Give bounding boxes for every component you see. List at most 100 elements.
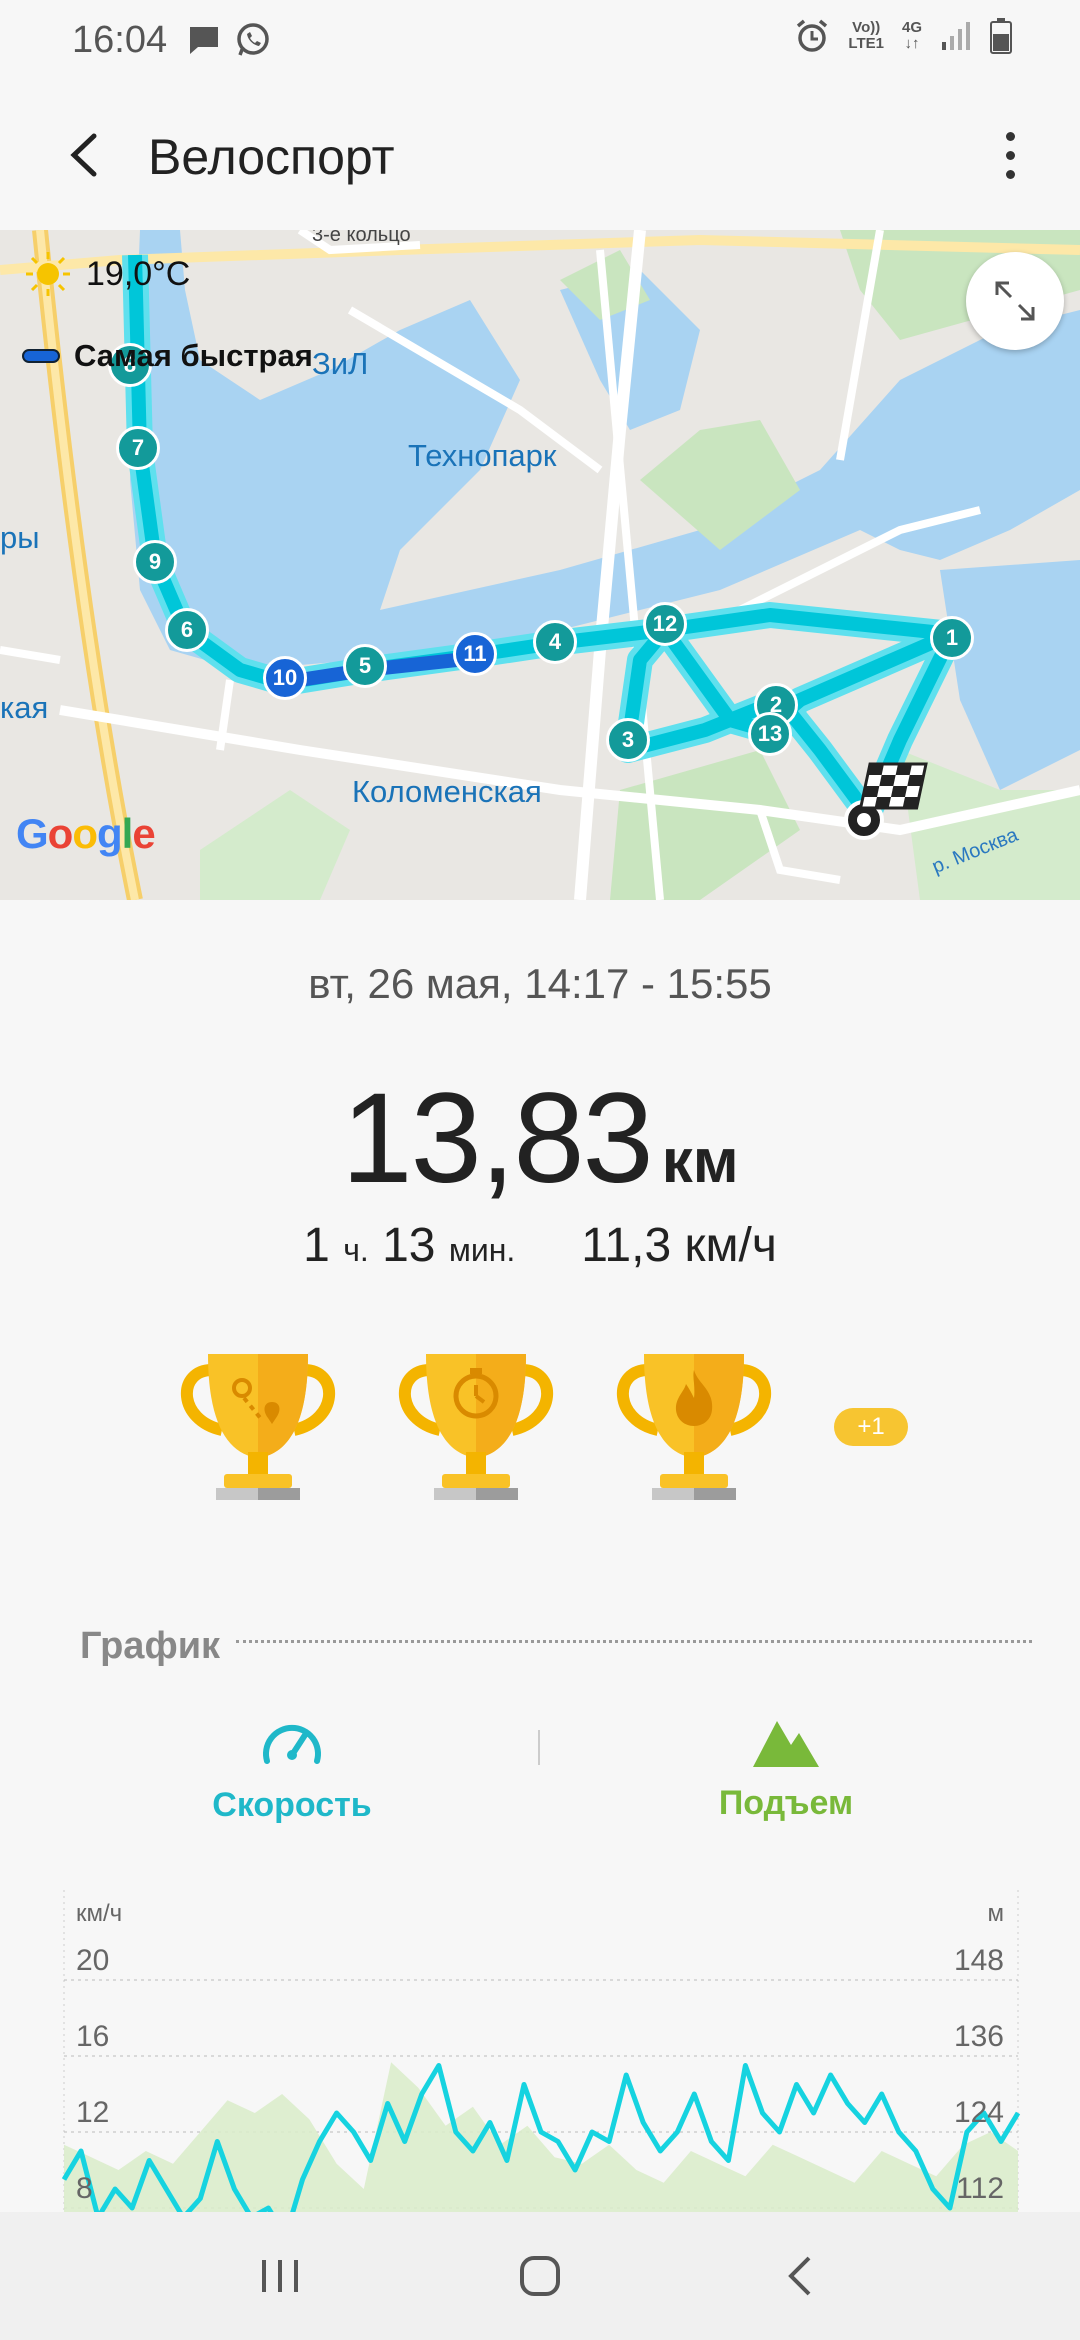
right-tick: 148 [953, 1944, 1004, 1977]
route-marker-13: 13 [748, 712, 792, 756]
alarm-icon [797, 19, 828, 52]
network-gen-label: 4G [901, 19, 922, 36]
average-speed: 11,3 км/ч [581, 1219, 777, 1272]
route-marker-10: 10 [263, 656, 307, 700]
expand-map-button[interactable] [966, 252, 1064, 350]
expand-icon [995, 281, 1035, 321]
tab-divider [538, 1730, 540, 1765]
battery-icon [990, 18, 1012, 54]
distance-value: 13,83 [341, 1067, 653, 1210]
message-icon [190, 27, 219, 54]
tab-speed[interactable]: Скорость [142, 1715, 442, 1825]
duration-minutes: 13 [382, 1219, 436, 1272]
map-label-zil: ЗиЛ [312, 346, 369, 381]
system-back-button[interactable] [760, 2236, 840, 2316]
mountain-icon [753, 1721, 819, 1767]
route-marker-12: 12 [643, 602, 687, 646]
sun-icon [26, 252, 70, 296]
speedometer-icon [263, 1724, 321, 1764]
recent-apps-button[interactable] [240, 2236, 320, 2316]
workout-distance: 13,83 км [0, 1065, 1080, 1212]
duration-minutes-unit: мин. [448, 1232, 516, 1268]
left-tick: 8 [76, 2172, 93, 2205]
finish-flag-icon [844, 762, 928, 840]
back-arrow-icon [70, 133, 97, 177]
time-trophy-icon[interactable] [390, 1340, 562, 1510]
home-button[interactable] [500, 2236, 580, 2316]
route-marker-9: 9 [133, 540, 177, 584]
tab-speed-label: Скорость [212, 1786, 372, 1824]
data-indicator: 4G ↓↑ [902, 20, 922, 52]
recent-apps-icon [262, 2260, 298, 2292]
google-logo-letter: g [96, 810, 123, 857]
notification-icons [187, 22, 271, 58]
more-dot-icon [1005, 150, 1015, 160]
whatsapp-icon [237, 23, 269, 56]
legend-label: Самая быстрая [74, 338, 313, 373]
volte-indicator: Vo)) LTE1 [848, 20, 884, 52]
route-marker-4: 4 [533, 620, 577, 664]
workout-duration: 1 ч. 13 мин. [303, 1218, 515, 1273]
elevation-area [64, 2062, 1018, 2220]
back-button[interactable] [56, 125, 116, 185]
more-options-button[interactable] [990, 120, 1030, 190]
google-logo-letter: e [132, 810, 155, 857]
status-bar: 16:04 Vo)) LTE1 4G ↓↑ [0, 0, 1080, 80]
more-dot-icon [1005, 169, 1015, 179]
left-tick: 20 [76, 1944, 110, 1977]
google-logo-letter: o [72, 810, 98, 857]
left-tick: 16 [76, 2020, 110, 2053]
home-icon [520, 2256, 560, 2296]
screen: 16:04 Vo)) LTE1 4G ↓↑ Велоспорт 3-е коль… [0, 0, 1080, 2340]
right-tick: 124 [953, 2096, 1004, 2129]
signal-icon [942, 22, 970, 50]
map-label-ring: 3-е кольцо [312, 230, 411, 246]
route-map[interactable]: 3-е кольцо ЗиЛ Технопарк Коломенская кая… [0, 230, 1080, 900]
route-marker-7: 7 [116, 426, 160, 470]
duration-hours-unit: ч. [343, 1232, 369, 1268]
graph-tabs: Скорость Подъем [0, 1715, 1080, 1845]
map-label-technopark: Технопарк [408, 438, 557, 473]
more-dot-icon [1005, 131, 1015, 141]
legend-swatch [22, 349, 60, 363]
map-legend: Самая быстрая [22, 338, 313, 374]
duration-hours: 1 [303, 1219, 330, 1272]
page-title: Велоспорт [148, 129, 395, 185]
status-right-icons: Vo)) LTE1 4G ↓↑ [794, 18, 1012, 54]
left-tick: 12 [76, 2096, 110, 2129]
section-divider [236, 1640, 1032, 1643]
weather-temperature: 19,0°C [86, 254, 191, 293]
data-arrows-icon: ↓↑ [904, 35, 920, 52]
map-label-ry: ры [0, 520, 40, 555]
route-marker-6: 6 [165, 608, 209, 652]
google-logo-letter: l [121, 810, 134, 857]
trophies-row[interactable] [172, 1340, 780, 1510]
distance-unit: км [661, 1127, 739, 1196]
status-time: 16:04 [72, 18, 168, 61]
route-marker-3: 3 [606, 718, 650, 762]
route-marker-1: 1 [930, 616, 974, 660]
google-logo-letter: o [47, 810, 74, 857]
map-label-kaya: кая [0, 690, 49, 725]
workout-date: вт, 26 мая, 14:17 - 15:55 [308, 960, 772, 1007]
map-label-kolomenskaya: Коломенская [352, 774, 542, 809]
right-tick: 136 [953, 2020, 1004, 2053]
graph-section-title: График [80, 1625, 221, 1667]
right-tick: 112 [956, 2172, 1004, 2205]
chart-plot [61, 1890, 1021, 2220]
calories-trophy-icon[interactable] [608, 1340, 780, 1510]
volte-label: Vo)) [852, 19, 881, 36]
app-bar: Велоспорт [0, 80, 1080, 230]
more-trophies-badge[interactable]: +1 [834, 1408, 908, 1446]
distance-trophy-icon[interactable] [172, 1340, 344, 1510]
workout-stats: 1 ч. 13 мин. 11,3 км/ч [0, 1218, 1080, 1273]
route-marker-5: 5 [343, 644, 387, 688]
tab-climb-label: Подъем [718, 1784, 854, 1822]
speed-elevation-chart[interactable]: км/ч м 20 16 12 8 148 136 124 112 [0, 1890, 1080, 2220]
tab-climb[interactable]: Подъем [636, 1715, 936, 1823]
weather-info: 19,0°C [24, 250, 190, 298]
system-back-icon [788, 2256, 811, 2296]
google-logo: Google [16, 810, 156, 858]
lte-label: LTE1 [848, 35, 884, 52]
system-nav-bar [0, 2212, 1080, 2340]
